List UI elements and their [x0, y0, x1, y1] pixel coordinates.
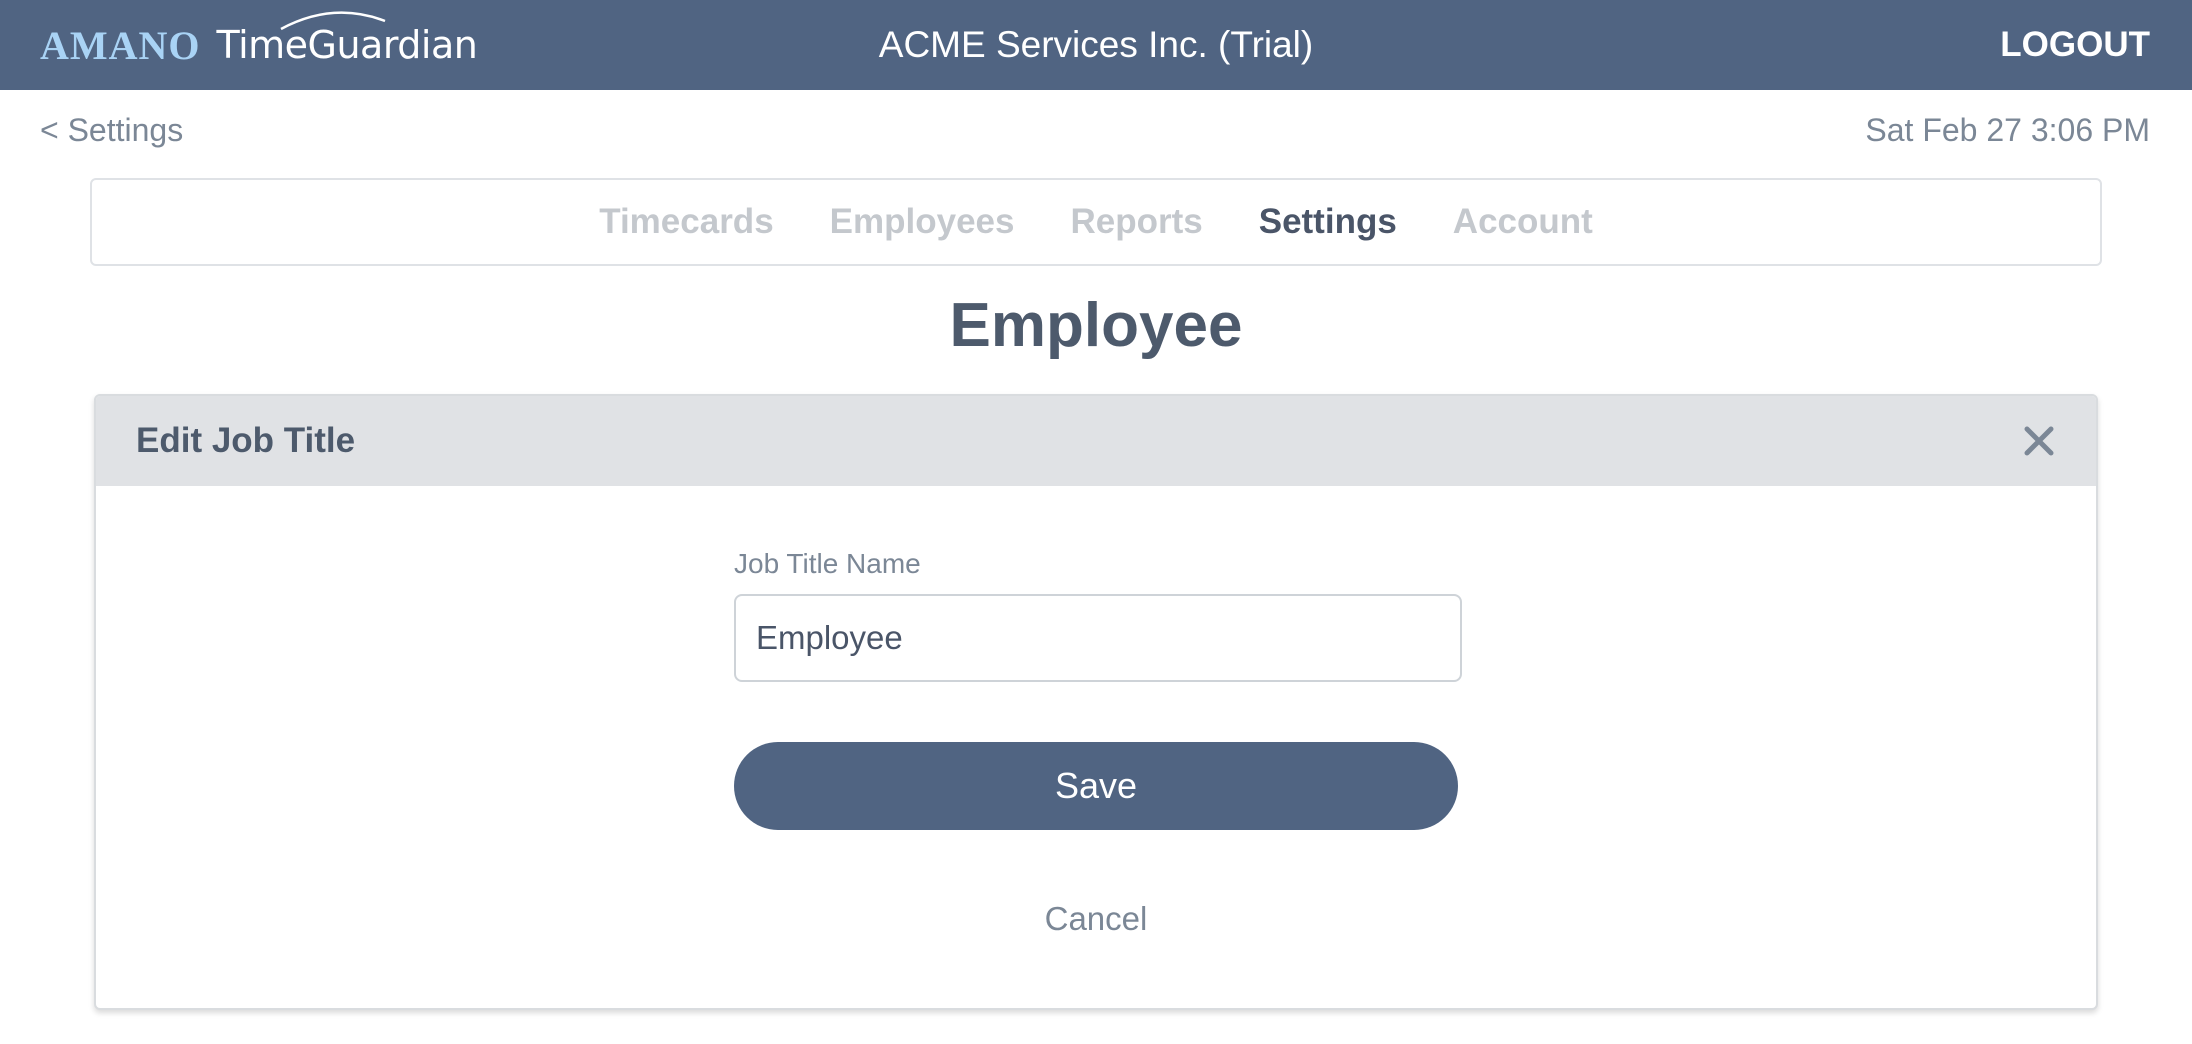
tab-reports[interactable]: Reports — [1070, 202, 1202, 242]
job-title-name-input[interactable] — [734, 594, 1462, 682]
top-bar: AMANO TimeGuardian ACME Services Inc. (T… — [0, 0, 2192, 90]
logo-brand: AMANO — [40, 22, 201, 68]
job-title-name-label: Job Title Name — [734, 548, 921, 579]
tab-account[interactable]: Account — [1453, 202, 1593, 242]
close-icon[interactable] — [2018, 420, 2060, 462]
edit-job-title-dialog: Edit Job Title Job Title Name Save Cance… — [94, 394, 2098, 1010]
tab-timecards[interactable]: Timecards — [599, 202, 773, 242]
main-nav: Timecards Employees Reports Settings Acc… — [90, 178, 2102, 266]
tab-settings[interactable]: Settings — [1259, 202, 1397, 242]
cancel-button[interactable]: Cancel — [734, 900, 1458, 938]
dialog-header: Edit Job Title — [96, 396, 2096, 486]
back-to-settings-link[interactable]: < Settings — [40, 112, 183, 149]
tab-employees[interactable]: Employees — [830, 202, 1015, 242]
current-datetime: Sat Feb 27 3:06 PM — [1865, 112, 2150, 148]
page-title: Employee — [949, 291, 1243, 360]
logout-button[interactable]: LOGOUT — [2000, 0, 2150, 90]
logo-swoosh-icon — [279, 11, 385, 31]
logo-product: TimeGuardian — [217, 11, 478, 67]
save-button[interactable]: Save — [734, 742, 1458, 830]
close-icon-glyph — [2024, 426, 2054, 456]
dialog-title: Edit Job Title — [136, 421, 356, 460]
app-logo[interactable]: AMANO TimeGuardian — [40, 0, 478, 90]
